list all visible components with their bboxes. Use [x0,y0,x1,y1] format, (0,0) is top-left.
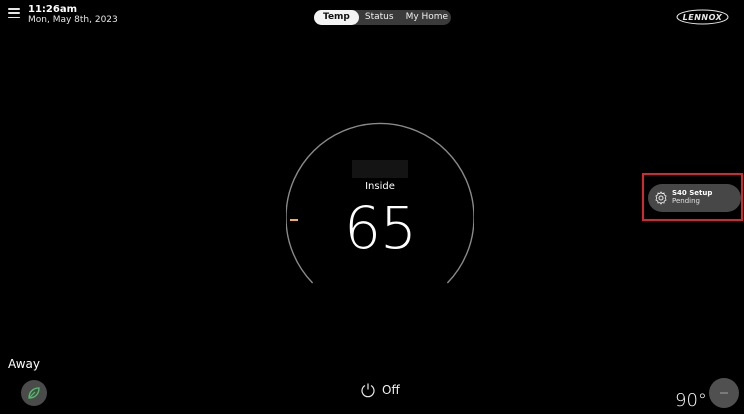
setup-title: S40 Setup [672,189,713,197]
brand-logo: LENNOX [676,9,729,25]
clock-time: 11:26am [28,4,77,15]
away-mode-label: Away [8,357,40,371]
tab-status[interactable]: Status [359,10,400,25]
view-tabs: Temp Status My Home [314,10,451,25]
current-date: Mon, May 8th, 2023 [28,15,118,25]
display-placeholder [352,160,408,178]
system-power-toggle[interactable]: Off [360,382,400,398]
tab-my-home[interactable]: My Home [400,10,455,25]
tab-temp[interactable]: Temp [314,10,359,25]
power-icon [361,383,375,398]
menu-icon[interactable] [8,8,20,18]
inside-temperature: 65 [344,194,417,262]
outdoor-temperature: 90° [675,390,707,411]
power-status-label: Off [382,383,400,397]
brand-name: LENNOX [682,12,723,22]
away-mode-button[interactable] [21,380,47,406]
setup-status: Pending [672,197,700,205]
more-button[interactable] [709,378,739,408]
minus-icon [720,392,728,394]
setup-pending-button[interactable]: S40 Setup Pending [648,184,741,212]
gear-icon [655,191,667,205]
inside-label: Inside [365,181,395,192]
leaf-icon [28,387,40,399]
